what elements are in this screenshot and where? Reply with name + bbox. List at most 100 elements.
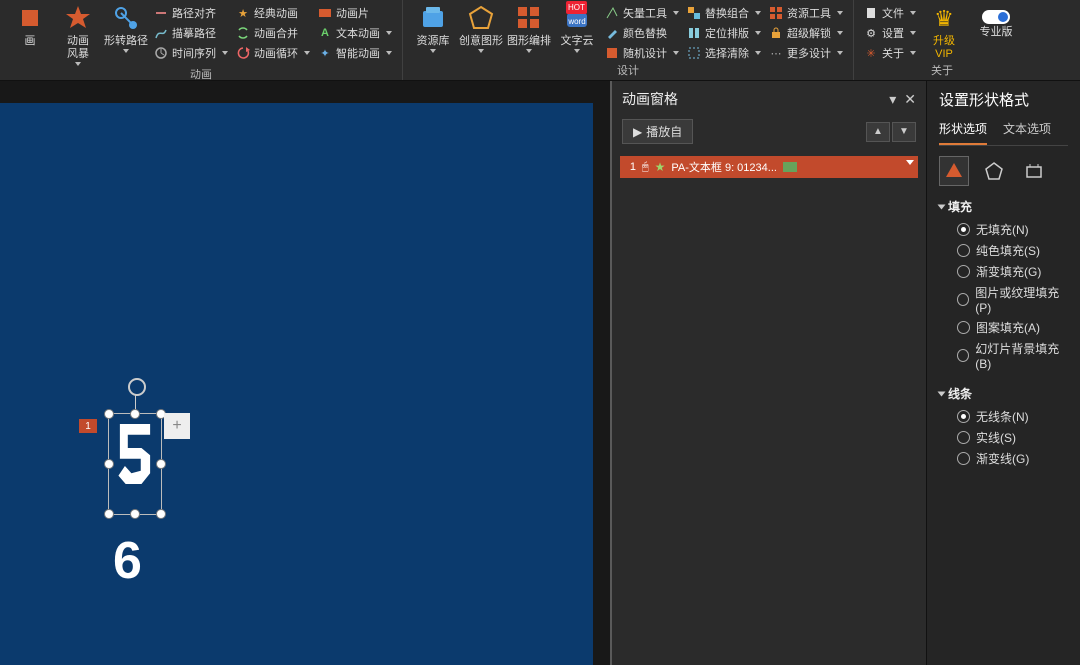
resize-handle-se[interactable]	[156, 509, 166, 519]
move-down-button[interactable]: ▼	[892, 122, 916, 142]
btn-replace-combo[interactable]: 替换组合	[683, 4, 765, 22]
chevron-down-icon	[222, 51, 228, 55]
btn-trace-path[interactable]: 描摹路径	[150, 24, 232, 42]
chevron-down-icon	[910, 31, 916, 35]
btn-position-layout[interactable]: 定位排版	[683, 24, 765, 42]
btn-random-design[interactable]: 随机设计	[601, 44, 683, 62]
resize-handle-s[interactable]	[130, 509, 140, 519]
chevron-down-icon	[755, 51, 761, 55]
ribbon-group-animation: 画 动画 风暴 形转路径 路径对齐 描摹路径 时间序列 ★经典动画 动画合并 动…	[0, 0, 403, 80]
btn-text-anim[interactable]: A文本动画	[314, 24, 396, 42]
radio-icon	[957, 321, 970, 334]
btn-anim-clip[interactable]: 动画片	[314, 4, 396, 22]
lbl: 画	[25, 35, 36, 48]
chevron-down-icon	[123, 49, 129, 53]
anim-item-dropdown[interactable]	[906, 160, 914, 165]
btn-settings[interactable]: ⚙设置	[860, 24, 920, 42]
btn-color-replace[interactable]: 颜色替换	[601, 24, 683, 42]
opt-gradient-line[interactable]: 渐变线(G)	[957, 450, 1068, 467]
section-line-header[interactable]: 线条	[939, 385, 1068, 402]
pane-menu-icon[interactable]: ▾	[889, 91, 896, 108]
resize-handle-sw[interactable]	[104, 509, 114, 519]
chevron-down-icon	[755, 31, 761, 35]
btn-resource-tool[interactable]: 资源工具	[765, 4, 847, 22]
btn-word-cloud[interactable]: word HOT 文字云	[553, 2, 601, 53]
reorder-buttons: ▲ ▼	[866, 122, 916, 142]
chevron-down-icon	[673, 11, 679, 15]
text-digit-6: 6	[113, 531, 142, 591]
animation-list-item[interactable]: 1 🖱 ★ PA-文本框 9: 01234...	[620, 156, 918, 178]
chevron-down-icon	[755, 11, 761, 15]
toggle-icon	[982, 10, 1010, 24]
btn-asset-lib[interactable]: 资源库	[409, 2, 457, 53]
animation-pane: 动画窗格 ▾ ✕ ▶ 播放自 ▲ ▼ 1 🖱 ★ PA-文本框 9: 01234…	[610, 81, 926, 665]
anim-item-name: PA-文本框 9: 01234...	[671, 159, 777, 175]
btn-path-align[interactable]: 路径对齐	[150, 4, 232, 22]
ribbon-group-about: 文件 ⚙设置 ✳关于 ♛ 升级 VIP 专业版 关于	[854, 0, 1030, 80]
effect-star-icon: ★	[655, 160, 666, 174]
mouse-icon: 🖱	[642, 161, 649, 174]
chevron-down-icon	[386, 31, 392, 35]
tab-shape-options[interactable]: 形状选项	[939, 118, 987, 145]
opt-no-line[interactable]: 无线条(N)	[957, 408, 1068, 425]
resize-handle-n[interactable]	[130, 409, 140, 419]
btn-more-design[interactable]: ⋯更多设计	[765, 44, 847, 62]
btn-shape-to-path[interactable]: 形转路径	[102, 2, 150, 53]
chevron-down-icon	[574, 49, 580, 53]
format-shape-pane: 设置形状格式 形状选项 文本选项 填充 无填充(N) 纯色填充(S) 渐变填充(…	[926, 81, 1080, 665]
chevron-down-icon	[526, 49, 532, 53]
rotate-handle[interactable]	[128, 378, 146, 396]
opt-slide-bg-fill[interactable]: 幻灯片背景填充(B)	[957, 340, 1068, 371]
section-fill-header[interactable]: 填充	[939, 198, 1068, 215]
radio-icon	[957, 244, 970, 257]
resize-handle-nw[interactable]	[104, 409, 114, 419]
fill-line-icon[interactable]	[939, 156, 969, 186]
selected-shape[interactable]	[108, 413, 162, 515]
btn-classic-anim[interactable]: ★经典动画	[232, 4, 314, 22]
size-props-icon[interactable]	[1019, 156, 1049, 186]
btn-anim-merge[interactable]: 动画合并	[232, 24, 314, 42]
move-up-button[interactable]: ▲	[866, 122, 890, 142]
btn-smart-anim[interactable]: ✦智能动画	[314, 44, 396, 62]
btn-shape-arrange[interactable]: 图形编排	[505, 2, 553, 53]
btn-hua[interactable]: 画	[6, 2, 54, 48]
btn-creative-shape[interactable]: 创意图形	[457, 2, 505, 53]
chevron-down-icon	[910, 11, 916, 15]
btn-pro-toggle[interactable]: 专业版	[968, 2, 1024, 39]
tab-text-options[interactable]: 文本选项	[1003, 118, 1051, 145]
slide: 1 + 6	[0, 103, 593, 665]
btn-select-clear[interactable]: 选择清除	[683, 44, 765, 62]
slide-canvas-area[interactable]: 1 + 6	[0, 81, 610, 665]
resize-handle-w[interactable]	[104, 459, 114, 469]
opt-gradient-fill[interactable]: 渐变填充(G)	[957, 263, 1068, 280]
animation-order-tag[interactable]: 1	[79, 419, 97, 433]
btn-time-sequence[interactable]: 时间序列	[150, 44, 232, 62]
opt-solid-fill[interactable]: 纯色填充(S)	[957, 242, 1068, 259]
resize-handle-e[interactable]	[156, 459, 166, 469]
radio-icon	[957, 223, 970, 236]
lbl: 形转路径	[104, 35, 148, 48]
opt-picture-fill[interactable]: 图片或纹理填充(P)	[957, 284, 1068, 315]
effects-icon[interactable]	[979, 156, 1009, 186]
plus-tile[interactable]: +	[164, 413, 190, 439]
group-label-about: 关于	[860, 62, 1024, 80]
chevron-down-icon	[837, 51, 843, 55]
format-pane-title: 设置形状格式	[939, 89, 1068, 110]
pane-close-icon[interactable]: ✕	[904, 91, 916, 108]
radio-icon	[957, 349, 969, 362]
btn-anim-loop[interactable]: 动画循环	[232, 44, 314, 62]
btn-vector-tool[interactable]: 矢量工具	[601, 4, 683, 22]
btn-anim-storm[interactable]: 动画 风暴	[54, 2, 102, 66]
svg-text:word: word	[567, 17, 585, 26]
anim-item-index: 1	[626, 161, 636, 173]
btn-about[interactable]: ✳关于	[860, 44, 920, 62]
play-from-button[interactable]: ▶ 播放自	[622, 119, 693, 144]
chevron-down-icon	[386, 51, 392, 55]
btn-super-unlock[interactable]: 超级解锁	[765, 24, 847, 42]
shape-glyph-5	[117, 424, 153, 484]
opt-pattern-fill[interactable]: 图案填充(A)	[957, 319, 1068, 336]
btn-file[interactable]: 文件	[860, 4, 920, 22]
opt-no-fill[interactable]: 无填充(N)	[957, 221, 1068, 238]
opt-solid-line[interactable]: 实线(S)	[957, 429, 1068, 446]
btn-upgrade-vip[interactable]: ♛ 升级 VIP	[920, 2, 968, 61]
